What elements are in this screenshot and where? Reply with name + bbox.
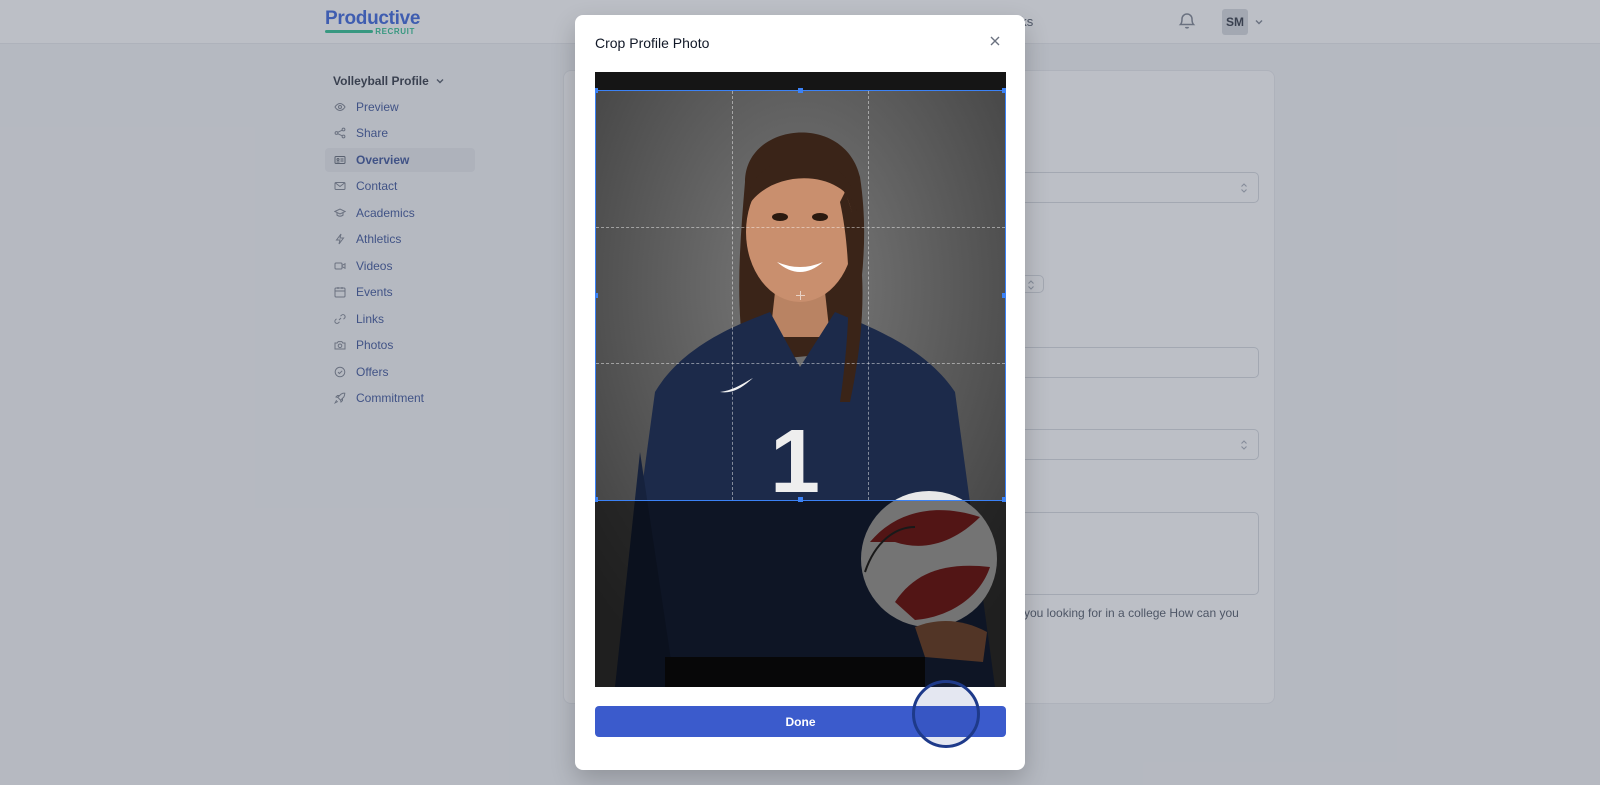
crop-canvas[interactable]: 1: [595, 72, 1006, 687]
crop-handle-sw[interactable]: [595, 497, 598, 502]
crop-shade-bottom: [595, 501, 1006, 687]
crop-handle-w[interactable]: [595, 293, 598, 298]
crop-grid-line: [596, 227, 1005, 228]
modal-title: Crop Profile Photo: [595, 35, 710, 51]
crop-handle-se[interactable]: [1002, 497, 1006, 502]
crop-photo-modal: Crop Profile Photo 1 Done: [575, 15, 1025, 770]
crop-grid-line: [868, 91, 869, 500]
crop-handle-nw[interactable]: [595, 88, 598, 93]
crop-grid-line: [732, 91, 733, 500]
crop-selection[interactable]: [595, 88, 1006, 502]
crop-handle-e[interactable]: [1002, 293, 1006, 298]
crop-handle-ne[interactable]: [1002, 88, 1006, 93]
done-button[interactable]: Done: [595, 706, 1006, 737]
crop-handle-s[interactable]: [798, 497, 803, 502]
close-icon[interactable]: [987, 33, 1003, 49]
crop-grid-line: [596, 363, 1005, 364]
crop-handle-n[interactable]: [798, 88, 803, 93]
crosshair-icon: [796, 291, 805, 300]
